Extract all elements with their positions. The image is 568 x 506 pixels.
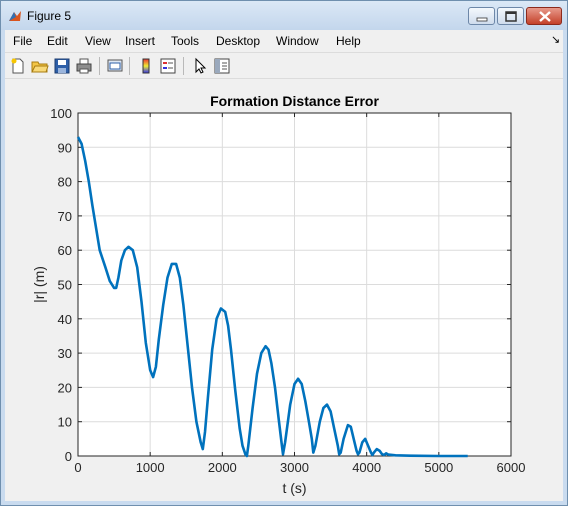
- x-tick-label: 2000: [208, 460, 237, 475]
- matlab-icon: [9, 11, 21, 21]
- x-axis-label: t (s): [282, 480, 306, 496]
- menu-insert[interactable]: Insert: [125, 34, 155, 48]
- menu-view[interactable]: View: [85, 34, 111, 48]
- window-title: Figure 5: [27, 9, 72, 23]
- property-editor-icon[interactable]: [213, 57, 231, 75]
- figure-canvas: 0 1000 2000 3000 4000 5000 6000 0 10 20 30 40 50 60 70…: [5, 79, 563, 501]
- line-chart[interactable]: 0 1000 2000 3000 4000 5000 6000 0 10 20 30 40 50 60 70…: [5, 79, 563, 501]
- figure-window: Figure 5 File Edit View Insert Tools Des…: [0, 0, 568, 506]
- x-tick-label: 5000: [424, 460, 453, 475]
- title-bar[interactable]: Figure 5: [1, 1, 567, 30]
- close-icon: [539, 11, 551, 22]
- x-tick-label: 6000: [497, 460, 526, 475]
- colorbar-icon[interactable]: [137, 57, 155, 75]
- menu-help[interactable]: Help: [336, 34, 361, 48]
- y-tick-label: 20: [58, 380, 72, 395]
- y-tick-label: 90: [58, 140, 72, 155]
- x-tick-label: 3000: [280, 460, 309, 475]
- y-tick-label: 40: [58, 312, 72, 327]
- figure-toolbar: [5, 52, 563, 79]
- link-plot-icon[interactable]: [106, 57, 124, 75]
- x-tick-label: 1000: [136, 460, 165, 475]
- x-tick-label: 0: [74, 460, 81, 475]
- maximize-icon: [505, 11, 517, 22]
- y-tick-label: 50: [58, 278, 72, 293]
- menu-desktop[interactable]: Desktop: [216, 34, 260, 48]
- toolbar-separator: [129, 57, 130, 75]
- y-tick-label: 70: [58, 209, 72, 224]
- minimize-icon: [476, 17, 488, 22]
- menu-window[interactable]: Window: [276, 34, 319, 48]
- toolbar-separator: [183, 57, 184, 75]
- chart-title: Formation Distance Error: [210, 93, 379, 109]
- pointer-icon[interactable]: [191, 57, 209, 75]
- x-tick-label: 4000: [352, 460, 381, 475]
- y-tick-label: 60: [58, 243, 72, 258]
- y-tick-label: 30: [58, 346, 72, 361]
- menu-tools[interactable]: Tools: [171, 34, 199, 48]
- y-tick-label: 100: [50, 106, 72, 121]
- y-tick-label: 10: [58, 415, 72, 430]
- dock-arrow-icon[interactable]: ↘: [551, 33, 560, 46]
- y-tick-label: 80: [58, 175, 72, 190]
- menu-edit[interactable]: Edit: [47, 34, 68, 48]
- maximize-button[interactable]: [497, 7, 524, 25]
- new-figure-icon[interactable]: [9, 57, 27, 75]
- save-icon[interactable]: [53, 57, 71, 75]
- minimize-button[interactable]: [468, 7, 495, 25]
- toolbar-separator: [99, 57, 100, 75]
- print-icon[interactable]: [75, 57, 93, 75]
- open-file-icon[interactable]: [31, 57, 49, 75]
- y-tick-label: 0: [65, 449, 72, 464]
- close-button[interactable]: [526, 7, 562, 25]
- menu-file[interactable]: File: [13, 34, 32, 48]
- y-axis-label: |r| (m): [31, 266, 47, 303]
- menu-bar: File Edit View Insert Tools Desktop Wind…: [5, 30, 563, 52]
- legend-icon[interactable]: [159, 57, 177, 75]
